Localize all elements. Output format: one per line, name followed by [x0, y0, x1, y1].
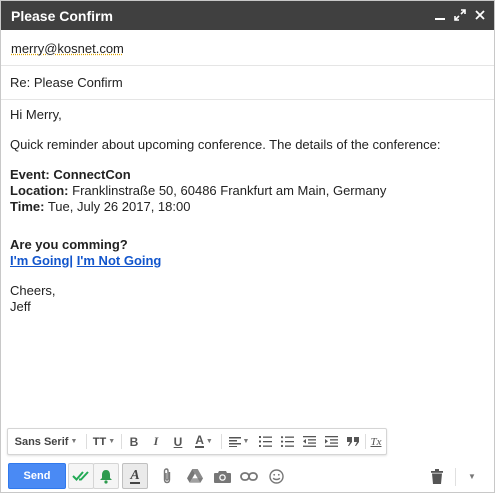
trash-icon [431, 468, 443, 484]
font-size-icon: TT [92, 435, 107, 448]
italic-icon: I [153, 434, 159, 448]
toolbar-divider [86, 434, 87, 449]
align-button[interactable]: ▼ [225, 429, 253, 454]
intro-text: Quick reminder about upcoming conference… [10, 137, 441, 152]
bulleted-list-icon [280, 436, 294, 447]
bold-button[interactable]: B [125, 429, 143, 454]
formatting-options-icon: A [130, 467, 140, 484]
greeting-text: Hi Merry, [10, 107, 62, 122]
send-later-button[interactable] [68, 463, 94, 489]
not-going-link[interactable]: I'm Not Going [77, 253, 162, 268]
title-bar: Please Confirm [1, 1, 494, 30]
indent-less-button[interactable] [300, 429, 318, 454]
emoji-icon [268, 468, 284, 484]
indent-more-button[interactable] [322, 429, 340, 454]
bottom-bar-divider [455, 468, 456, 486]
underline-button[interactable]: U [169, 429, 187, 454]
italic-button[interactable]: I [147, 429, 165, 454]
question-text: Are you comming? [10, 237, 128, 252]
toolbar-divider [121, 434, 122, 449]
window-title: Please Confirm [11, 8, 113, 24]
event-value: ConnectCon [53, 167, 131, 182]
underline-icon: U [173, 434, 183, 449]
location-label: Location: [10, 183, 69, 198]
message-body[interactable]: Hi Merry, Quick reminder about upcoming … [10, 107, 480, 315]
recipient-address[interactable]: merry@kosnet.com [11, 41, 124, 56]
location-value: Franklinstraße 50, 60486 Frankfurt am Ma… [72, 183, 387, 198]
paperclip-icon [163, 468, 171, 484]
text-color-button[interactable]: A ▼ [191, 429, 217, 454]
insert-drive-button[interactable] [182, 463, 208, 489]
subject-input[interactable] [10, 73, 480, 91]
quote-button[interactable] [344, 429, 362, 454]
numbered-list-button[interactable] [256, 429, 274, 454]
bell-icon [100, 469, 112, 484]
insert-emoji-button[interactable] [263, 463, 289, 489]
text-color-icon: A [195, 433, 204, 448]
signoff-text: Cheers, [10, 283, 56, 298]
insert-link-button[interactable] [236, 463, 262, 489]
drive-icon [187, 469, 203, 483]
bulleted-list-button[interactable] [278, 429, 296, 454]
signature-text: Jeff [10, 299, 31, 314]
font-size-button[interactable]: TT ▼ [90, 429, 118, 454]
reminder-button[interactable] [93, 463, 119, 489]
expand-icon[interactable] [453, 8, 467, 22]
more-options-button[interactable]: ▼ [462, 463, 482, 489]
remove-formatting-button[interactable]: Tx [367, 429, 385, 454]
send-button[interactable]: Send [8, 463, 66, 489]
align-left-icon [228, 436, 241, 447]
recipients-row[interactable]: merry@kosnet.com [1, 30, 494, 66]
toolbar-divider [221, 434, 222, 449]
quote-icon [347, 437, 359, 446]
font-family-label: Sans Serif [14, 435, 69, 448]
compose-bottom-bar: Send A ▼ [1, 460, 494, 492]
toolbar-divider [365, 434, 366, 449]
time-value: Tue, July 26 2017, 18:00 [47, 199, 191, 214]
subject-row [1, 65, 494, 100]
chevron-down-icon: ▼ [468, 471, 476, 481]
location-line: Location: Franklinstraße 50, 60486 Frank… [10, 183, 480, 199]
link-icon [240, 471, 258, 481]
minimize-icon[interactable] [433, 8, 447, 22]
formatting-options-button[interactable]: A [122, 463, 148, 489]
numbered-list-icon [258, 436, 272, 447]
font-family-select[interactable]: Sans Serif ▼ [14, 429, 78, 454]
indent-less-icon [302, 436, 316, 447]
rsvp-links: I'm Going| I'm Not Going [10, 253, 480, 269]
time-line: Time: Tue, July 26 2017, 18:00 [10, 199, 480, 215]
camera-icon [213, 470, 231, 483]
double-check-icon [72, 471, 89, 481]
compose-window: Please Confirm merry@kosnet.com Hi Merry… [0, 0, 495, 493]
insert-photo-button[interactable] [209, 463, 235, 489]
event-line: Event: ConnectCon [10, 167, 480, 183]
time-label: Time: [10, 199, 45, 214]
bold-icon: B [129, 434, 139, 449]
formatting-toolbar: Sans Serif ▼ TT ▼ B I U A ▼ ▼ Tx [7, 428, 387, 455]
link-separator: | [69, 253, 74, 268]
close-icon[interactable] [473, 8, 487, 22]
discard-draft-button[interactable] [424, 463, 450, 489]
indent-more-icon [324, 436, 338, 447]
remove-formatting-icon: Tx [370, 435, 382, 448]
attach-file-button[interactable] [154, 463, 180, 489]
going-link[interactable]: I'm Going [10, 253, 69, 268]
event-label: Event: [10, 167, 50, 182]
